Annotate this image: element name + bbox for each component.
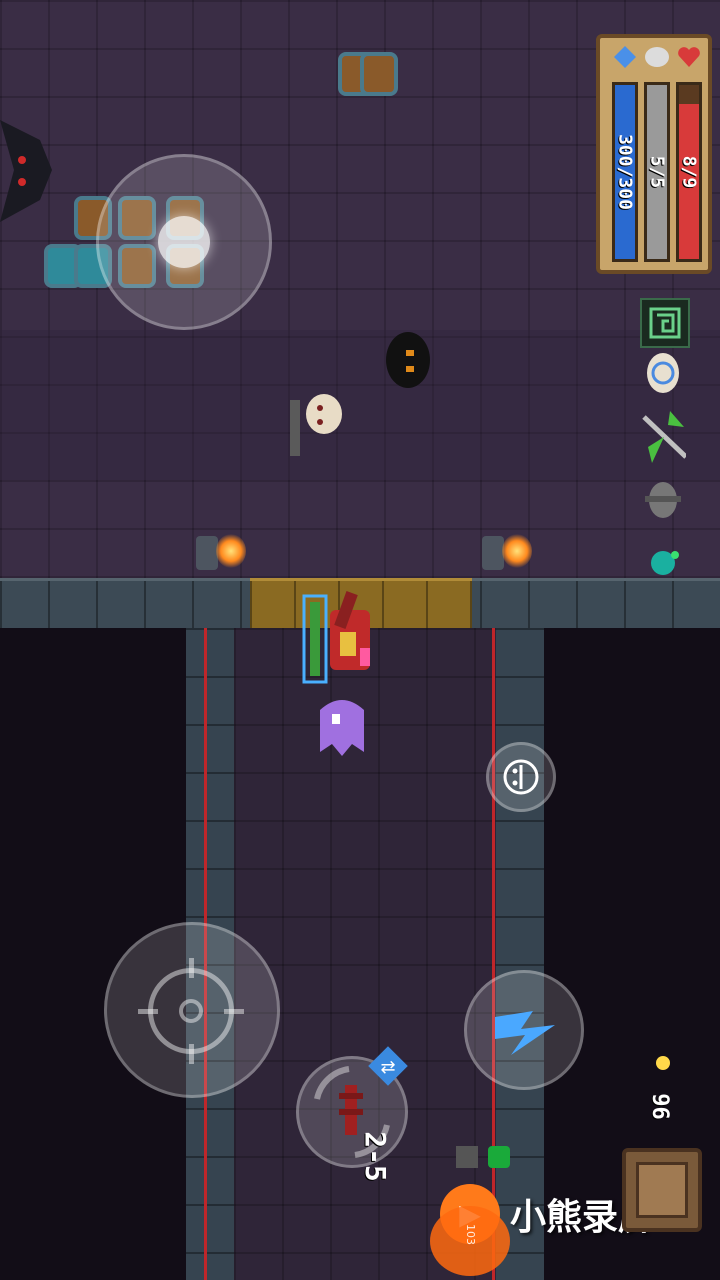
barrel — [360, 52, 398, 96]
weapon-energy-cost: 2-5 — [358, 1131, 392, 1182]
game-scene: ⇄ 2-5 ▶ 小熊录屏 103 96 300/300 5/5 — [0, 0, 720, 1280]
crosshair-icon[interactable] — [148, 968, 234, 1054]
heart-icon — [678, 47, 700, 67]
chest-icon — [636, 1162, 688, 1218]
energy-bar: 300/300 — [612, 82, 638, 262]
coin-icon — [656, 1056, 670, 1070]
swap-icon[interactable]: ⇄ — [368, 1046, 408, 1086]
blade-buff-icon — [640, 411, 686, 463]
pickup-item — [488, 1146, 510, 1168]
ghost-pet — [320, 700, 364, 756]
skeleton-enemy — [290, 394, 342, 456]
wall-torch — [482, 530, 536, 574]
bat-enemy — [0, 120, 52, 222]
player-knight — [302, 591, 370, 684]
floor-shadow — [0, 330, 720, 480]
shell-buff-icon — [640, 352, 686, 398]
crosshair-tick — [189, 958, 194, 978]
diamond-icon — [614, 46, 636, 68]
emote-button[interactable] — [486, 742, 556, 812]
skill-button[interactable] — [464, 970, 584, 1090]
goblin-enemy — [386, 332, 430, 388]
crosshair-tick — [189, 1044, 194, 1064]
wall-torch — [196, 530, 250, 574]
emote-icon — [503, 759, 539, 795]
svg-text:⇄: ⇄ — [380, 1057, 395, 1078]
skull-buff-icon — [640, 478, 686, 524]
stats-panel: 300/300 5/5 8/9 — [596, 34, 712, 274]
inventory-button[interactable] — [622, 1148, 702, 1232]
shield-icon — [645, 47, 669, 67]
record-button[interactable]: 103 — [430, 1206, 510, 1276]
potion-buff-icon — [640, 538, 686, 584]
maze-buff-icon — [640, 298, 690, 348]
armor-value: 5/5 — [646, 155, 668, 189]
gold-count: 96 — [646, 1093, 672, 1120]
crosshair-tick — [224, 1009, 244, 1014]
energy-value: 300/300 — [614, 134, 636, 210]
crosshair-tick — [138, 1009, 158, 1014]
armor-bar: 5/5 — [644, 82, 670, 262]
hp-bar: 8/9 — [676, 82, 702, 262]
lightning-icon — [495, 1011, 555, 1055]
hp-value: 8/9 — [678, 155, 700, 189]
move-joystick-knob[interactable] — [158, 216, 210, 268]
pickup-item — [456, 1146, 478, 1168]
record-badge: 103 — [464, 1224, 477, 1245]
